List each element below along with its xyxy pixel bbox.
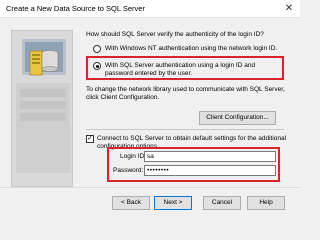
network-library-info: To change the network library used to co… [86,86,285,101]
help-button[interactable]: Help [247,196,285,210]
password-input[interactable]: •••••••• [144,165,276,176]
radio-nt-auth-label: With Windows NT authentication using the… [105,45,278,52]
window-title: Create a New Data Source to SQL Server [6,4,145,13]
side-graphic-panel [11,30,73,187]
radio-sql-auth[interactable]: With SQL Server authentication using a l… [93,62,281,78]
client-configuration-button[interactable]: Client Configuration... [199,111,276,125]
radio-button[interactable] [93,45,101,53]
cancel-button[interactable]: Cancel [203,196,241,210]
close-button[interactable]: ✕ [282,2,296,15]
database-server-icon [16,39,70,173]
divider [86,129,284,130]
auth-question: How should SQL Server verify the authent… [86,31,264,38]
next-button[interactable]: Next > [154,196,192,210]
footer-divider [0,187,300,188]
back-button[interactable]: < Back [112,196,150,210]
radio-sql-auth-label: With SQL Server authentication using a l… [105,62,256,77]
password-label: Password: [113,167,144,174]
login-id-input[interactable] [144,151,276,162]
login-id-label: Login ID: [120,153,147,160]
radio-nt-auth[interactable]: With Windows NT authentication using the… [93,45,277,53]
connect-checkbox[interactable]: ✓ [86,135,94,143]
title-bar: Create a New Data Source to SQL Server ✕ [0,0,300,18]
radio-button-selected[interactable] [93,62,101,70]
